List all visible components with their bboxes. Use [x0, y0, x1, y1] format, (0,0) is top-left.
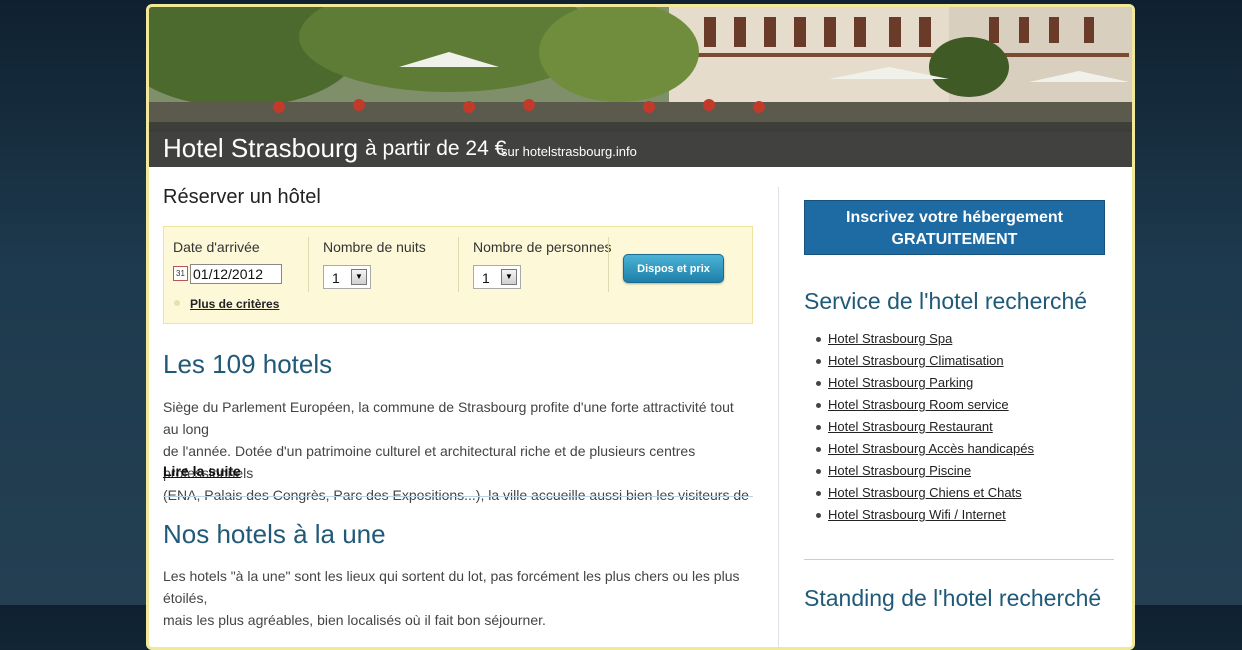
list-item: Hotel Strasbourg Piscine	[816, 460, 1034, 482]
service-heading: Service de l'hotel recherché	[804, 288, 1088, 314]
nights-select[interactable]: 1 ▼	[323, 265, 371, 289]
hotels-intro-text: Siège du Parlement Européen, la commune …	[163, 396, 753, 506]
dispos-prix-button[interactable]: Dispos et prix	[623, 254, 724, 283]
list-item: Hotel Strasbourg Spa	[816, 328, 1034, 350]
text-line: Les hotels "à la une" sont les lieux qui…	[163, 568, 740, 606]
site-title: Hotel Strasbourg	[163, 133, 359, 163]
list-item: Hotel Strasbourg Room service	[816, 394, 1034, 416]
form-divider	[308, 237, 309, 292]
booking-heading: Réserver un hôtel	[163, 186, 321, 208]
hotels-count-heading: Les 109 hotels	[163, 349, 333, 379]
service-link-pets[interactable]: Hotel Strasbourg Chiens et Chats	[828, 485, 1022, 500]
section-divider	[804, 559, 1114, 560]
page-container: Hotel Strasbourg à partir de 24 € sur ho…	[146, 4, 1135, 650]
list-item: Hotel Strasbourg Restaurant	[816, 416, 1034, 438]
service-link-climatisation[interactable]: Hotel Strasbourg Climatisation	[828, 353, 1004, 368]
register-line-1: Inscrivez votre hébergement	[846, 209, 1063, 226]
featured-heading: Nos hotels à la une	[163, 519, 386, 549]
arrival-label: Date d'arrivée	[173, 239, 260, 255]
service-link-piscine[interactable]: Hotel Strasbourg Piscine	[828, 463, 971, 478]
calendar-icon[interactable]: 31	[173, 266, 188, 281]
persons-select-value: 1	[482, 270, 490, 286]
bullet-icon	[816, 513, 821, 518]
bullet-icon	[816, 447, 821, 452]
list-item: Hotel Strasbourg Parking	[816, 372, 1034, 394]
header-banner: Hotel Strasbourg à partir de 24 € sur ho…	[149, 7, 1132, 167]
service-links-list: Hotel Strasbourg Spa Hotel Strasbourg Cl…	[816, 328, 1034, 526]
read-more-link[interactable]: Lire la suite	[163, 463, 241, 479]
form-divider	[458, 237, 459, 292]
service-link-restaurant[interactable]: Hotel Strasbourg Restaurant	[828, 419, 993, 434]
section-divider	[163, 496, 753, 497]
arrival-date-input[interactable]: 01/12/2012	[190, 264, 282, 284]
chevron-down-icon: ▼	[501, 269, 517, 285]
text-line: (ENA, Palais des Congrès, Parc des Expos…	[163, 487, 749, 503]
persons-select[interactable]: 1 ▼	[473, 265, 521, 289]
bullet-icon	[816, 337, 821, 342]
standing-heading: Standing de l'hotel recherché	[804, 585, 1102, 611]
service-link-wifi[interactable]: Hotel Strasbourg Wifi / Internet	[828, 507, 1006, 522]
bullet-icon	[816, 425, 821, 430]
chevron-down-icon: ▼	[351, 269, 367, 285]
more-criteria-link[interactable]: Plus de critères	[190, 297, 279, 311]
price-tagline: à partir de 24 €	[365, 137, 507, 160]
form-divider	[608, 237, 609, 292]
service-link-room-service[interactable]: Hotel Strasbourg Room service	[828, 397, 1009, 412]
bullet-icon	[816, 469, 821, 474]
list-item: Hotel Strasbourg Accès handicapés	[816, 438, 1034, 460]
featured-intro-text: Les hotels "à la une" sont les lieux qui…	[163, 565, 753, 631]
persons-label: Nombre de personnes	[473, 239, 612, 255]
booking-form: Date d'arrivée 31 01/12/2012 Plus de cri…	[163, 226, 753, 324]
list-item: Hotel Strasbourg Chiens et Chats	[816, 482, 1034, 504]
bullet-icon	[816, 359, 821, 364]
text-line: de l'année. Dotée d'un patrimoine cultur…	[163, 443, 696, 481]
nights-label: Nombre de nuits	[323, 239, 426, 255]
list-item: Hotel Strasbourg Climatisation	[816, 350, 1034, 372]
banner-title-bar: Hotel Strasbourg à partir de 24 € sur ho…	[149, 129, 1132, 167]
column-divider	[778, 187, 779, 647]
service-link-spa[interactable]: Hotel Strasbourg Spa	[828, 331, 952, 346]
bullet-icon	[816, 491, 821, 496]
text-line: Siège du Parlement Européen, la commune …	[163, 399, 734, 437]
register-line-2: GRATUITEMENT	[891, 231, 1018, 248]
site-domain: sur hotelstrasbourg.info	[501, 144, 637, 159]
nights-select-value: 1	[332, 270, 340, 286]
bullet-icon	[816, 381, 821, 386]
bullet-icon	[816, 403, 821, 408]
service-link-handicap[interactable]: Hotel Strasbourg Accès handicapés	[828, 441, 1034, 456]
service-link-parking[interactable]: Hotel Strasbourg Parking	[828, 375, 973, 390]
criteria-bullet-icon	[174, 300, 180, 306]
list-item: Hotel Strasbourg Wifi / Internet	[816, 504, 1034, 526]
register-listing-button[interactable]: Inscrivez votre hébergement GRATUITEMENT	[804, 200, 1105, 255]
text-line: mais les plus agréables, bien localisés …	[163, 612, 546, 628]
